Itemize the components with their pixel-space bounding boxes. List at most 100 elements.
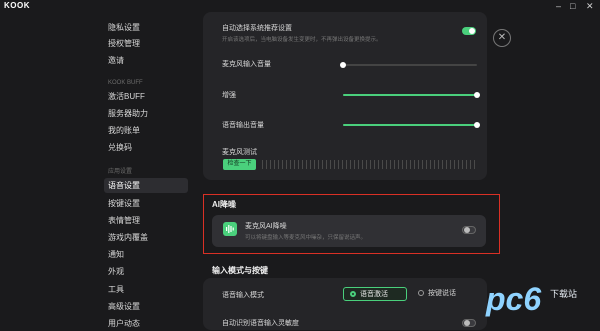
meter-tick <box>366 160 367 169</box>
meter-tick <box>294 160 295 169</box>
meter-tick <box>342 160 343 169</box>
meter-tick <box>334 160 335 169</box>
slider-fill <box>343 94 477 96</box>
ai-noise-label: 麦克风AI降噪 <box>245 223 287 230</box>
gain-slider[interactable] <box>343 92 480 98</box>
meter-tick <box>362 160 363 169</box>
mic-test-label: 麦克风测试 <box>222 149 257 156</box>
slider-knob[interactable] <box>340 62 346 68</box>
watermark-sub-text: 下载站 <box>550 289 578 299</box>
meter-tick <box>338 160 339 169</box>
toggle-knob <box>469 28 475 34</box>
sidebar-item-activate-buff[interactable]: 激活BUFF <box>104 89 188 104</box>
meter-tick <box>398 160 399 169</box>
meter-tick <box>262 160 263 169</box>
mode-voice-label: 语音激活 <box>360 291 388 298</box>
mode-ptt-label: 按键说话 <box>428 290 456 297</box>
sidebar-item-server-boost[interactable]: 服务器助力 <box>104 106 188 121</box>
pc6-watermark: pc6 下载站 <box>470 281 600 330</box>
mode-voice-activation[interactable]: 语音激活 <box>343 287 407 301</box>
maximize-button[interactable]: □ <box>570 1 575 11</box>
auto-device-toggle[interactable] <box>462 27 476 35</box>
meter-tick <box>470 160 471 169</box>
sidebar-item-keybinds[interactable]: 按键设置 <box>104 196 188 211</box>
meter-tick <box>266 160 267 169</box>
output-volume-label: 语音输出音量 <box>222 122 264 129</box>
meter-tick <box>314 160 315 169</box>
sidebar-item-advanced[interactable]: 高级设置 <box>104 299 188 314</box>
close-window-button[interactable]: ✕ <box>586 1 594 11</box>
sidebar-section-app-settings: 应用设置 <box>108 169 133 175</box>
close-icon: ✕ <box>497 32 507 43</box>
minimize-button[interactable]: – <box>556 1 561 11</box>
ai-noise-card <box>212 215 486 247</box>
ai-noise-desc: 可以将键盘输入等麦克风中噪杂，只保留说话声。 <box>245 235 367 241</box>
sidebar-item-voice-settings[interactable]: 语音设置 <box>104 178 188 193</box>
sidebar-item-overlay[interactable]: 游戏内覆盖 <box>104 230 188 245</box>
sidebar-item-emoji[interactable]: 表情管理 <box>104 213 188 228</box>
sidebar-item-user-activity[interactable]: 用户动态 <box>104 316 188 331</box>
meter-tick <box>418 160 419 169</box>
meter-tick <box>414 160 415 169</box>
meter-tick <box>346 160 347 169</box>
meter-tick <box>322 160 323 169</box>
meter-tick <box>374 160 375 169</box>
watermark-logo-text: pc6 <box>486 281 542 317</box>
meter-tick <box>382 160 383 169</box>
meter-tick <box>450 160 451 169</box>
meter-tick <box>474 160 475 169</box>
meter-tick <box>310 160 311 169</box>
meter-tick <box>350 160 351 169</box>
auto-device-label: 自动选择系统推荐设置 <box>222 25 292 32</box>
radio-unselected-icon <box>418 290 424 296</box>
meter-tick <box>410 160 411 169</box>
meter-tick <box>282 160 283 169</box>
ai-noise-toggle[interactable] <box>462 226 476 234</box>
ai-section-title: AI降噪 <box>212 200 236 209</box>
meter-tick <box>438 160 439 169</box>
sidebar-item-appearance[interactable]: 外观 <box>104 264 188 279</box>
sidebar-item-privacy[interactable]: 隐私设置 <box>104 20 188 35</box>
slider-fill <box>343 124 477 126</box>
slider-knob[interactable] <box>474 92 480 98</box>
title-bar: KOOK – □ ✕ <box>0 0 600 12</box>
meter-tick <box>386 160 387 169</box>
meter-tick <box>458 160 459 169</box>
input-section-title: 输入模式与按键 <box>212 266 268 275</box>
meter-tick <box>298 160 299 169</box>
meter-tick <box>434 160 435 169</box>
meter-tick <box>390 160 391 169</box>
sidebar-item-my-bills[interactable]: 我的账单 <box>104 123 188 138</box>
meter-tick <box>306 160 307 169</box>
meter-tick <box>354 160 355 169</box>
meter-tick <box>290 160 291 169</box>
meter-tick <box>274 160 275 169</box>
output-volume-slider[interactable] <box>343 122 480 128</box>
sidebar-item-invite[interactable]: 邀请 <box>104 53 188 68</box>
meter-tick <box>326 160 327 169</box>
app-logo: KOOK <box>4 1 30 10</box>
meter-tick <box>454 160 455 169</box>
sidebar-item-authorization[interactable]: 授权管理 <box>104 36 188 51</box>
mic-volume-slider[interactable] <box>340 62 477 68</box>
meter-tick <box>318 160 319 169</box>
meter-tick <box>394 160 395 169</box>
settings-sidebar: 隐私设置 授权管理 邀请 KOOK BUFF 激活BUFF 服务器助力 我的账单… <box>104 16 190 330</box>
close-settings-button[interactable]: ✕ <box>493 29 511 47</box>
meter-tick <box>446 160 447 169</box>
waveform-icon <box>223 222 237 236</box>
meter-tick <box>278 160 279 169</box>
meter-tick <box>430 160 431 169</box>
sidebar-item-redeem-code[interactable]: 兑换码 <box>104 140 188 155</box>
slider-knob[interactable] <box>474 122 480 128</box>
meter-tick <box>402 160 403 169</box>
mic-test-button[interactable]: 检查一下 <box>223 159 256 170</box>
meter-tick <box>330 160 331 169</box>
meter-tick <box>378 160 379 169</box>
meter-tick <box>406 160 407 169</box>
mode-push-to-talk[interactable]: 按键说话 <box>412 287 478 301</box>
sidebar-item-tools[interactable]: 工具 <box>104 282 188 297</box>
meter-tick <box>442 160 443 169</box>
gain-label: 增强 <box>222 92 236 99</box>
sidebar-item-notifications[interactable]: 通知 <box>104 247 188 262</box>
